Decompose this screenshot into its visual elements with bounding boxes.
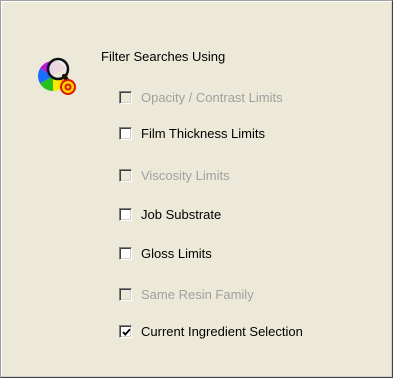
same-resin-family-checkbox-row[interactable]: Same Resin Family — [119, 285, 254, 303]
group-title: Filter Searches Using — [101, 49, 226, 64]
same-resin-family-label: Same Resin Family — [141, 286, 254, 302]
viscosity-label: Viscosity Limits — [141, 167, 230, 183]
same-resin-family-checkbox[interactable] — [119, 287, 132, 301]
current-ingredient-checkbox-row[interactable]: Current Ingredient Selection — [119, 322, 303, 340]
job-substrate-checkbox[interactable] — [119, 207, 132, 221]
checkmark-icon — [122, 328, 131, 336]
gloss-limits-label: Gloss Limits — [141, 245, 212, 261]
film-thickness-checkbox[interactable] — [119, 126, 132, 140]
gloss-limits-checkbox[interactable] — [119, 246, 132, 260]
viscosity-checkbox[interactable] — [119, 168, 132, 182]
job-substrate-checkbox-row[interactable]: Job Substrate — [119, 205, 221, 223]
film-thickness-checkbox-row[interactable]: Film Thickness Limits — [119, 124, 265, 142]
opacity-contrast-checkbox[interactable] — [119, 90, 132, 104]
film-thickness-label: Film Thickness Limits — [141, 125, 266, 141]
opacity-contrast-checkbox-row[interactable]: Opacity / Contrast Limits — [119, 88, 283, 106]
filter-panel: Filter Searches Using Opacity / Contrast… — [0, 0, 393, 378]
opacity-contrast-label: Opacity / Contrast Limits — [141, 89, 283, 105]
viscosity-checkbox-row[interactable]: Viscosity Limits — [119, 166, 230, 184]
current-ingredient-checkbox[interactable] — [119, 324, 132, 338]
job-substrate-label: Job Substrate — [141, 206, 222, 222]
current-ingredient-label: Current Ingredient Selection — [141, 323, 303, 339]
color-wheel-magnifier-icon — [34, 49, 80, 97]
gloss-limits-checkbox-row[interactable]: Gloss Limits — [119, 244, 212, 262]
